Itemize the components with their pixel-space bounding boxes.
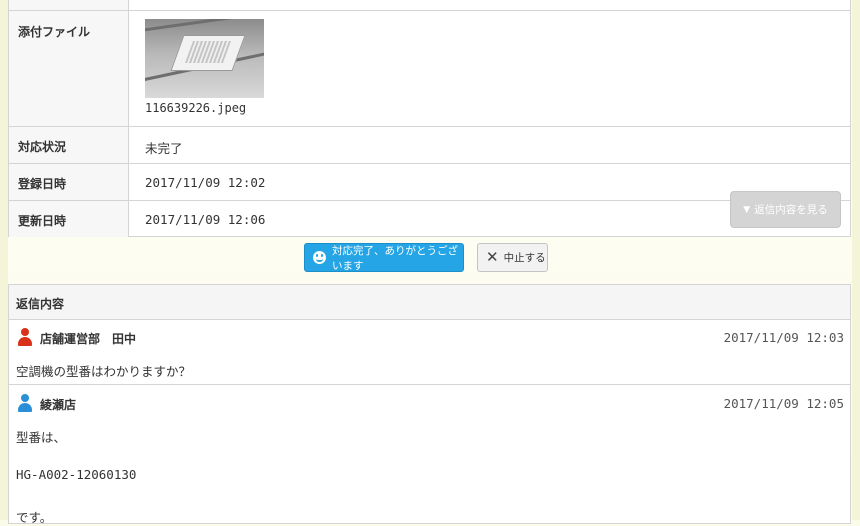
reply-text: 空調機の型番はわかりますか？ (16, 364, 192, 379)
replies-title: 返信内容 (16, 297, 65, 311)
reply-author: 店舗運営部 田中 (40, 332, 137, 346)
details-row-top-header (9, 0, 129, 10)
reply-message: 綾瀬店 2017/11/09 12:05 型番は、 HG-A002-120601… (9, 385, 850, 525)
reply-author: 綾瀬店 (40, 398, 77, 412)
updated-label-cell: 更新日時 (9, 201, 129, 237)
stop-button[interactable]: ✕ 中止する (477, 243, 548, 272)
created-value: 2017/11/09 12:02 (145, 175, 266, 190)
close-icon: ✕ (486, 248, 499, 266)
thumbnail-beam (145, 19, 264, 32)
details-row-top (9, 0, 850, 10)
person-icon (18, 328, 32, 346)
created-label-cell: 登録日時 (9, 164, 129, 201)
attachment-thumbnail[interactable] (145, 19, 264, 98)
reply-text: 型番は、 (16, 430, 67, 445)
page-frame-right (852, 0, 860, 520)
smile-icon (313, 251, 326, 264)
attachment-filename[interactable]: 116639226.jpeg (145, 101, 246, 115)
status-row: 対応状況 未完了 (9, 126, 850, 164)
attachment-row: 添付ファイル 116639226.jpeg (9, 10, 850, 127)
status-value: 未完了 (145, 141, 183, 156)
reply-text: です。 (16, 510, 53, 525)
reply-time: 2017/11/09 12:03 (723, 330, 844, 345)
replies-panel: 返信内容 店舗運営部 田中 2017/11/09 12:03 空調機の型番はわか… (8, 284, 851, 525)
reply-text-model-number: HG-A002-12060130 (16, 467, 137, 482)
reply-time: 2017/11/09 12:05 (723, 396, 844, 411)
stop-button-label: 中止する (503, 252, 546, 264)
view-replies-label: 返信内容を見る (754, 204, 828, 216)
reply-message: 店舗運営部 田中 2017/11/09 12:03 空調機の型番はわかりますか？ (9, 319, 850, 385)
complete-button-label: 対応完了、ありがとうございます (332, 244, 458, 272)
triangle-down-icon: ▼ (743, 204, 751, 215)
updated-row: 更新日時 2017/11/09 12:06 (9, 200, 850, 237)
attachment-label: 添付ファイル (9, 11, 129, 127)
person-icon (18, 394, 32, 412)
details-table: 添付ファイル 116639226.jpeg 対応状況 未完了 登録日時 2017… (8, 0, 851, 237)
page-frame-left (0, 0, 8, 520)
replies-header: 返信内容 (9, 285, 850, 320)
created-row: 登録日時 2017/11/09 12:02 (9, 163, 850, 201)
view-replies-button[interactable]: ▼ 返信内容を見る (730, 191, 841, 228)
status-label: 対応状況 (18, 140, 67, 154)
updated-label: 更新日時 (18, 214, 67, 228)
created-label: 登録日時 (18, 177, 67, 191)
status-value-cell: 未完了 (137, 127, 850, 164)
air-conditioner-vent-icon (184, 41, 232, 63)
attachment-cell: 116639226.jpeg (137, 11, 850, 127)
complete-button[interactable]: 対応完了、ありがとうございます (304, 243, 464, 272)
updated-value: 2017/11/09 12:06 (145, 212, 266, 227)
status-label-cell: 対応状況 (9, 127, 129, 164)
